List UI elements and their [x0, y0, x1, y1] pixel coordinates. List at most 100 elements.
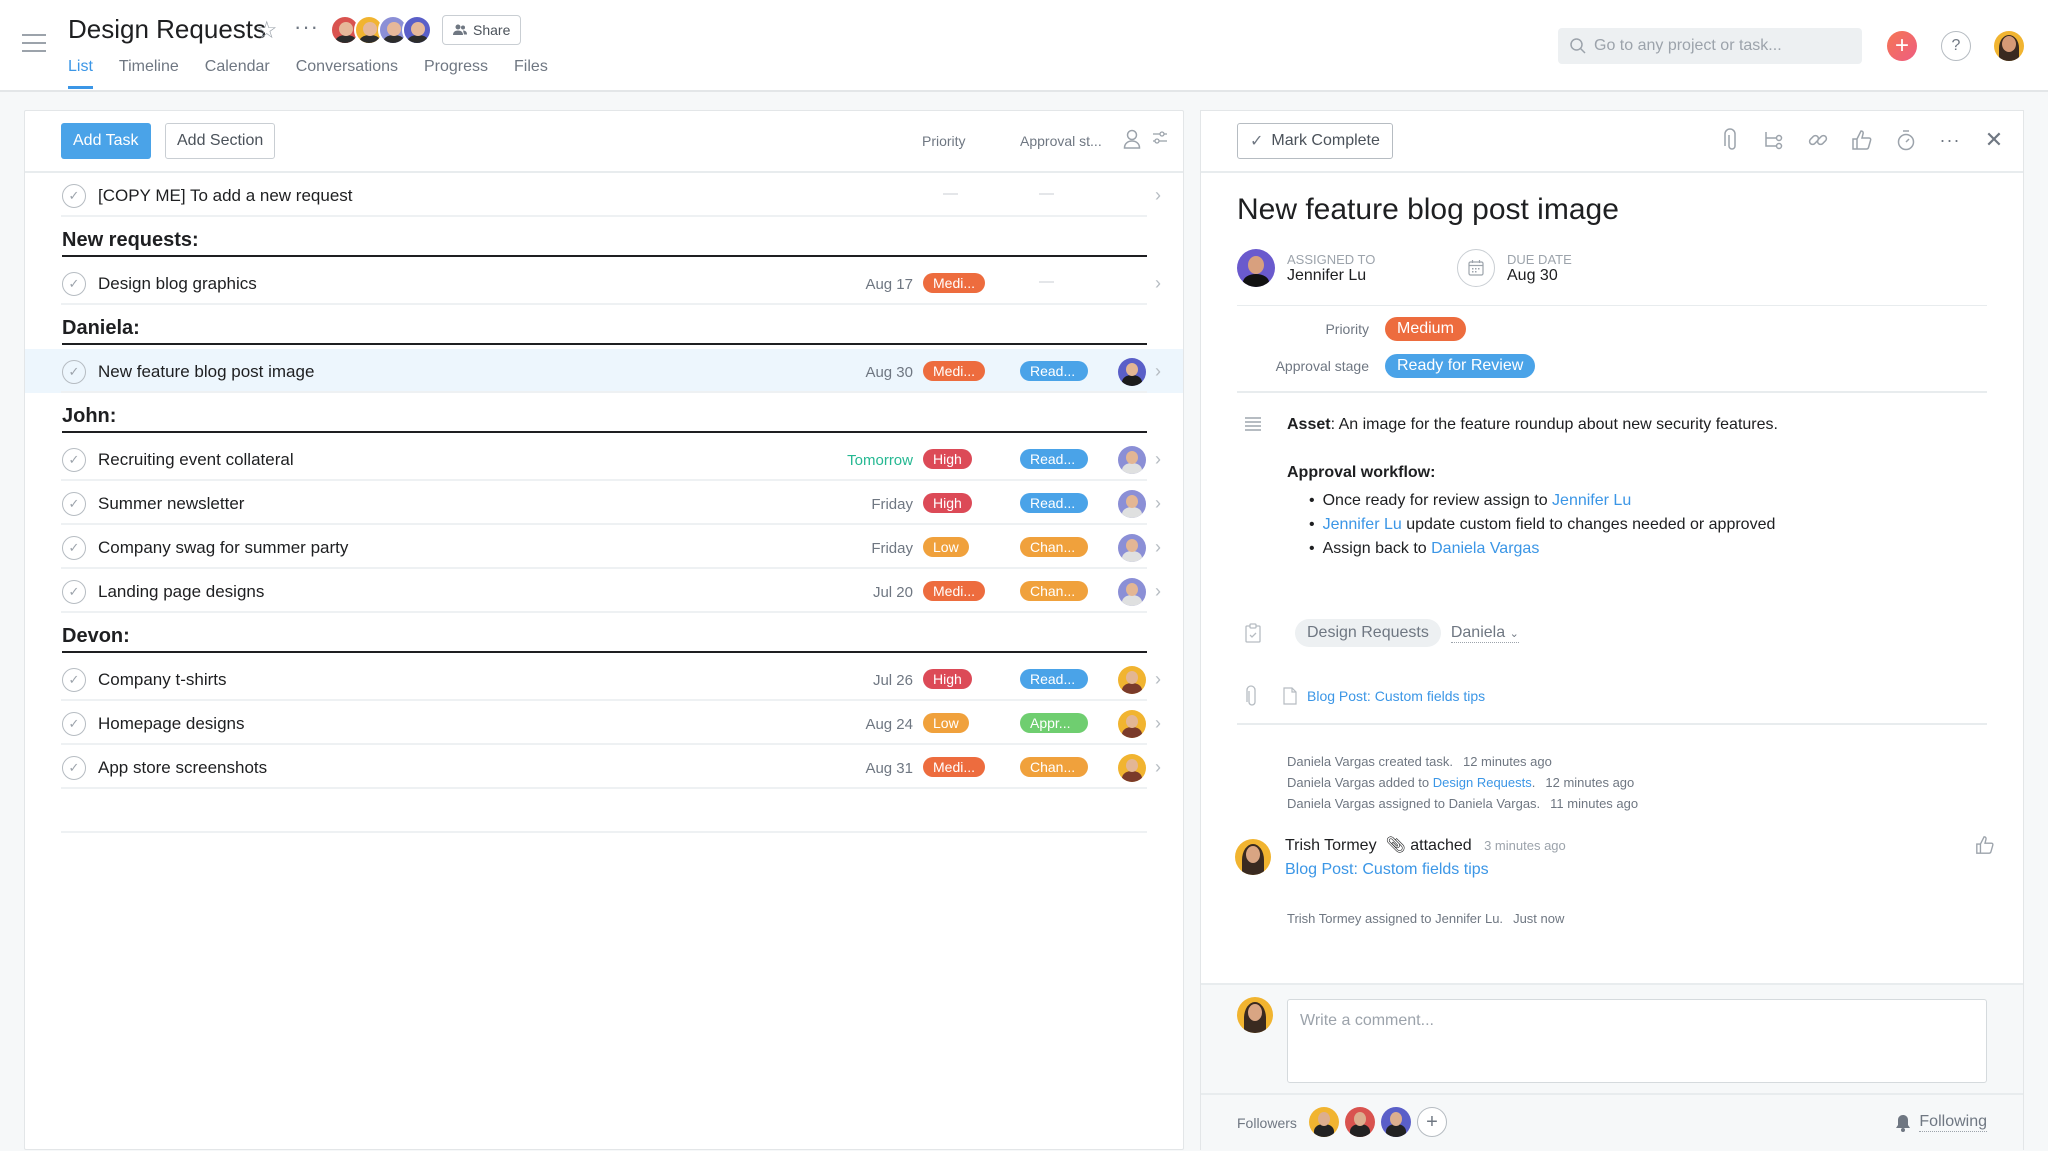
complete-checkbox-icon[interactable]: ✓	[62, 492, 86, 516]
task-name[interactable]: Company t-shirts	[98, 670, 226, 690]
project-members[interactable]	[330, 15, 432, 45]
subtask-icon[interactable]	[1763, 127, 1785, 153]
complete-checkbox-icon[interactable]: ✓	[62, 668, 86, 692]
tab-progress[interactable]: Progress	[424, 58, 488, 89]
approval-pill[interactable]: Chan...	[1020, 537, 1088, 557]
chevron-right-icon[interactable]: ›	[1155, 493, 1161, 514]
comment-attachment-link[interactable]: Blog Post: Custom fields tips	[1285, 861, 1489, 879]
assignee-avatar[interactable]	[1118, 666, 1146, 694]
section-header[interactable]: John:	[25, 393, 1183, 437]
section-header[interactable]: Daniela:	[25, 305, 1183, 349]
approval-pill[interactable]: Chan...	[1020, 757, 1088, 777]
comment-input[interactable]	[1287, 999, 1987, 1083]
section-header[interactable]: New requests:	[25, 217, 1183, 261]
comment-author[interactable]: Trish Tormey	[1285, 837, 1377, 854]
member-avatar[interactable]	[402, 15, 432, 45]
close-icon[interactable]: ✕	[1983, 127, 2005, 153]
chevron-right-icon[interactable]: ›	[1155, 581, 1161, 602]
assignee-avatar[interactable]	[1118, 710, 1146, 738]
task-row[interactable]: ✓ Homepage designs Aug 24 Low Appr... ›	[25, 701, 1183, 745]
add-task-button[interactable]: Add Task	[61, 123, 151, 159]
task-name[interactable]: [COPY ME] To add a new request	[98, 186, 353, 206]
mention-jennifer-lu[interactable]: Jennifer Lu	[1323, 516, 1402, 533]
tab-calendar[interactable]: Calendar	[205, 58, 270, 89]
priority-pill[interactable]: Medi...	[923, 757, 986, 777]
task-name[interactable]: Homepage designs	[98, 714, 244, 734]
column-header-priority[interactable]: Priority	[922, 133, 966, 149]
quick-add-button[interactable]: +	[1887, 31, 1917, 61]
approval-empty[interactable]: —	[1039, 185, 1054, 202]
follower-avatar[interactable]	[1381, 1107, 1411, 1137]
like-icon[interactable]	[1975, 835, 1995, 860]
assignee-avatar[interactable]	[1118, 754, 1146, 782]
search-input[interactable]	[1594, 37, 1844, 55]
task-name[interactable]: New feature blog post image	[98, 362, 314, 382]
assignee-avatar[interactable]	[1118, 534, 1146, 562]
star-icon[interactable]: ☆	[256, 16, 278, 45]
commenter-avatar[interactable]	[1235, 839, 1271, 875]
project-link[interactable]: Design Requests	[1433, 775, 1532, 790]
task-name[interactable]: Design blog graphics	[98, 274, 257, 294]
assignee-avatar[interactable]	[1118, 358, 1146, 386]
attachment-icon[interactable]	[1719, 127, 1741, 153]
attachment-link[interactable]: Blog Post: Custom fields tips	[1283, 687, 1485, 705]
section-header[interactable]: Devon:	[25, 613, 1183, 657]
priority-pill[interactable]: High	[923, 493, 972, 513]
tab-list[interactable]: List	[68, 58, 93, 89]
more-actions-icon[interactable]: ···	[1939, 127, 1961, 153]
priority-pill[interactable]: Medi...	[923, 361, 986, 381]
priority-pill[interactable]: Low	[923, 537, 969, 557]
task-title[interactable]: New feature blog post image	[1237, 193, 1619, 227]
priority-empty[interactable]: —	[943, 185, 958, 202]
help-button[interactable]: ?	[1941, 31, 1971, 61]
complete-checkbox-icon[interactable]: ✓	[62, 536, 86, 560]
field-settings-icon[interactable]	[1151, 129, 1171, 151]
task-row[interactable]: ✓ Design blog graphics Aug 17 Medi... — ›	[25, 261, 1183, 305]
task-description[interactable]: Asset: An image for the feature roundup …	[1287, 413, 1987, 561]
add-section-button[interactable]: Add Section	[165, 123, 276, 159]
priority-value-pill[interactable]: Medium	[1385, 317, 1466, 341]
assignee-avatar[interactable]	[1118, 490, 1146, 518]
complete-checkbox-icon[interactable]: ✓	[62, 272, 86, 296]
task-row[interactable]: ✓ New feature blog post image Aug 30 Medi..…	[25, 349, 1183, 393]
task-row[interactable]: ✓ Company t-shirts Jul 26 High Read... ›	[25, 657, 1183, 701]
chevron-right-icon[interactable]: ›	[1155, 361, 1161, 382]
assignee-column-icon[interactable]	[1123, 129, 1143, 151]
approval-pill[interactable]: Read...	[1020, 493, 1088, 513]
approval-pill[interactable]: Read...	[1020, 449, 1088, 469]
task-name[interactable]: Landing page designs	[98, 582, 264, 602]
priority-pill[interactable]: High	[923, 449, 972, 469]
complete-checkbox-icon[interactable]: ✓	[62, 756, 86, 780]
chevron-right-icon[interactable]: ›	[1155, 669, 1161, 690]
complete-checkbox-icon[interactable]: ✓	[62, 184, 86, 208]
chevron-right-icon[interactable]: ›	[1155, 537, 1161, 558]
approval-pill[interactable]: Chan...	[1020, 581, 1088, 601]
share-button[interactable]: Share	[442, 15, 522, 45]
task-row[interactable]: ✓ App store screenshots Aug 31 Medi... Chan.…	[25, 745, 1183, 789]
chevron-right-icon[interactable]: ›	[1155, 713, 1161, 734]
complete-checkbox-icon[interactable]: ✓	[62, 448, 86, 472]
chevron-right-icon[interactable]: ›	[1155, 757, 1161, 778]
priority-pill[interactable]: High	[923, 669, 972, 689]
copy-link-icon[interactable]	[1807, 127, 1829, 153]
assignee-avatar[interactable]	[1118, 578, 1146, 606]
approval-pill[interactable]: Read...	[1020, 361, 1088, 381]
priority-pill[interactable]: Medi...	[923, 581, 986, 601]
tab-timeline[interactable]: Timeline	[119, 58, 179, 89]
priority-pill[interactable]: Medi...	[923, 273, 986, 293]
hamburger-menu-icon[interactable]	[22, 34, 46, 52]
complete-checkbox-icon[interactable]: ✓	[62, 712, 86, 736]
following-toggle[interactable]: Following	[1895, 1113, 1987, 1132]
task-row[interactable]: ✓ Summer newsletter Friday High Read... ›	[25, 481, 1183, 525]
mention-daniela-vargas[interactable]: Daniela Vargas	[1431, 540, 1539, 557]
empty-task-row[interactable]	[25, 789, 1183, 833]
assignee-avatar[interactable]	[1118, 446, 1146, 474]
task-row[interactable]: ✓ Landing page designs Jul 20 Medi... Chan..…	[25, 569, 1183, 613]
like-icon[interactable]	[1851, 127, 1873, 153]
section-dropdown[interactable]: Daniela ⌄	[1450, 624, 1519, 643]
priority-pill[interactable]: Low	[923, 713, 969, 733]
add-follower-button[interactable]: +	[1417, 1107, 1447, 1137]
user-avatar[interactable]	[1994, 31, 2024, 61]
complete-checkbox-icon[interactable]: ✓	[62, 580, 86, 604]
approval-stage-value-pill[interactable]: Ready for Review	[1385, 354, 1536, 378]
